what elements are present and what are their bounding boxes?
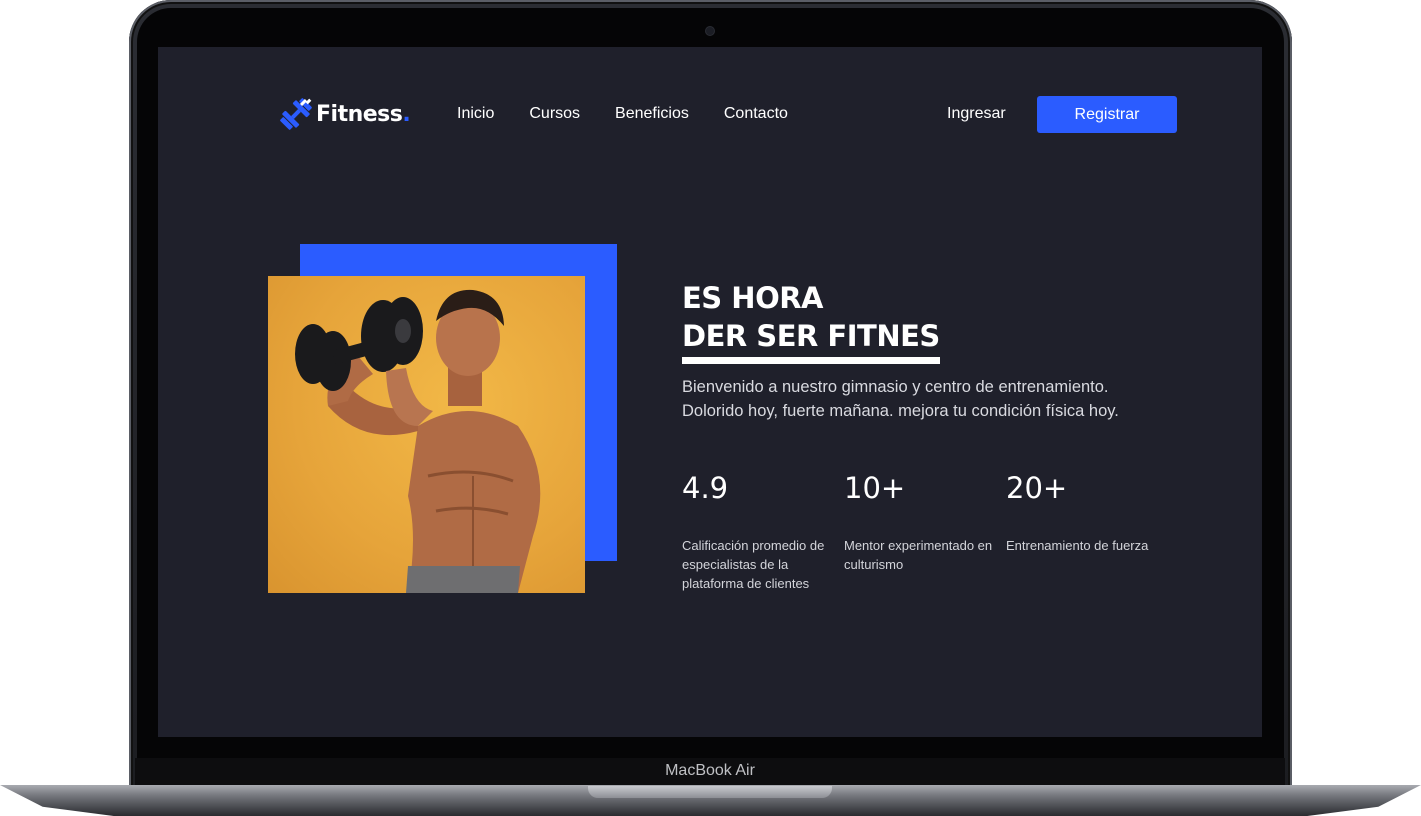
nav-item-contacto[interactable]: Contacto (724, 105, 788, 123)
register-button[interactable]: Registrar (1037, 96, 1177, 133)
hero-intro: Bienvenido a nuestro gimnasio y centro d… (682, 375, 1182, 423)
headline-line-1: ES HORA (682, 281, 824, 315)
nav-item-cursos[interactable]: Cursos (529, 105, 580, 123)
hero-stats: 4.9 Calificación promedio de especialist… (682, 470, 1168, 593)
stat-rating: 4.9 Calificación promedio de especialist… (682, 470, 844, 593)
stat-value: 20+ (1006, 471, 1068, 505)
logo-dot: . (402, 101, 411, 127)
stat-label: Entrenamiento de fuerza (1006, 538, 1149, 553)
intro-line-2: Dolorido hoy, fuerte mañana. mejora tu c… (682, 402, 1119, 420)
hero-photo (268, 276, 585, 593)
logo-text: Fitness (316, 101, 403, 127)
main-nav: Inicio Cursos Beneficios Contacto (457, 105, 788, 123)
stat-value: 4.9 (682, 471, 729, 505)
stat-training: 20+ Entrenamiento de fuerza (1006, 470, 1168, 593)
nav-item-inicio[interactable]: Inicio (457, 105, 494, 123)
hero-headline: ES HORA DER SER FITNES (682, 279, 940, 364)
site-logo[interactable]: Fitness. (278, 97, 411, 131)
camera-icon (706, 27, 714, 35)
intro-line-1: Bienvenido a nuestro gimnasio y centro d… (682, 378, 1109, 396)
dumbbell-logo-icon (280, 98, 312, 130)
stat-mentors: 10+ Mentor experimentado en culturismo (844, 470, 1006, 593)
stat-value: 10+ (844, 471, 906, 505)
laptop-notch (588, 786, 832, 798)
headline-line-2: DER SER FITNES (682, 317, 940, 364)
website-screen: Fitness. Inicio Cursos Beneficios Contac… (158, 47, 1262, 737)
nav-item-beneficios[interactable]: Beneficios (615, 105, 689, 123)
stat-label: Calificación promedio de especialistas d… (682, 538, 825, 591)
laptop-model-label: MacBook Air (665, 762, 755, 779)
athlete-dumbbell-illustration (295, 289, 541, 593)
stat-label: Mentor experimentado en culturismo (844, 538, 993, 572)
login-link[interactable]: Ingresar (947, 105, 1006, 123)
